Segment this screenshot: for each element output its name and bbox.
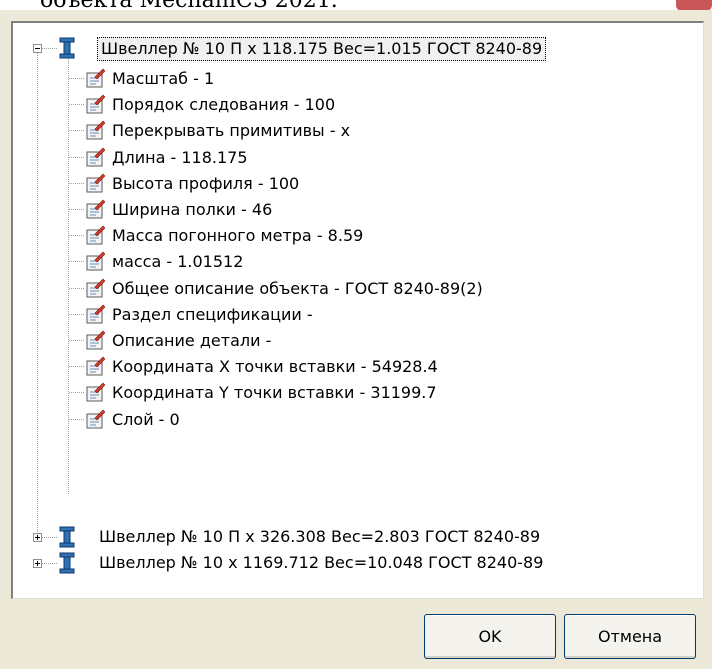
property-item-label[interactable]: Ширина полки - 46 (110, 200, 274, 220)
beam-icon (59, 526, 75, 548)
property-icon (86, 251, 105, 271)
beam-icon (59, 37, 75, 59)
tree-node-label-selected[interactable]: Швеллер № 10 П х 118.175 Вес=1.015 ГОСТ … (97, 37, 547, 61)
property-item-label[interactable]: масса - 1.01512 (110, 252, 245, 272)
property-item-label[interactable]: Длина - 118.175 (110, 148, 250, 168)
properties-tree[interactable]: Швеллер № 10 П х 118.175 Вес=1.015 ГОСТ … (11, 21, 704, 599)
property-item-label[interactable]: Перекрывать примитивы - x (110, 121, 352, 141)
property-icon (86, 147, 105, 167)
property-item-label[interactable]: Масштаб - 1 (110, 69, 216, 89)
ok-button[interactable]: OK (424, 614, 556, 659)
property-icon (86, 225, 105, 245)
property-icon (86, 94, 105, 114)
property-item-label[interactable]: Координата X точки вставки - 54928.4 (110, 357, 440, 377)
property-icon (86, 304, 105, 324)
cancel-button[interactable]: Отмена (564, 614, 696, 659)
property-item-label[interactable]: Общее описание объекта - ГОСТ 8240-89(2) (110, 279, 485, 299)
property-item-label[interactable]: Описание детали - (110, 331, 273, 351)
property-icon (86, 278, 105, 298)
property-item-label[interactable]: Раздел спецификации - (110, 305, 315, 325)
property-item-label[interactable]: Порядок следования - 100 (110, 95, 337, 115)
tree-node-label[interactable]: Швеллер № 10 П х 326.308 Вес=2.803 ГОСТ … (97, 527, 542, 547)
property-icon (86, 330, 105, 350)
expand-toggle[interactable] (33, 533, 42, 542)
property-icon (86, 68, 105, 88)
collapse-toggle[interactable] (33, 44, 42, 53)
property-icon (86, 356, 105, 376)
tree-node-label[interactable]: Швеллер № 10 х 1169.712 Вес=10.048 ГОСТ … (97, 553, 545, 573)
expand-toggle[interactable] (33, 559, 42, 568)
property-item-label[interactable]: Высота профиля - 100 (110, 174, 301, 194)
beam-icon (59, 552, 75, 574)
property-item-label[interactable]: Масса погонного метра - 8.59 (110, 226, 365, 246)
property-item-label[interactable]: Слой - 0 (110, 410, 182, 430)
property-icon (86, 382, 105, 402)
property-icon (86, 120, 105, 140)
property-icon (86, 199, 105, 219)
property-icon (86, 173, 105, 193)
properties-dialog: Швеллер № 10 П х 118.175 Вес=1.015 ГОСТ … (0, 10, 712, 669)
property-item-label[interactable]: Координата Y точки вставки - 31199.7 (110, 383, 439, 403)
property-icon (86, 409, 105, 429)
